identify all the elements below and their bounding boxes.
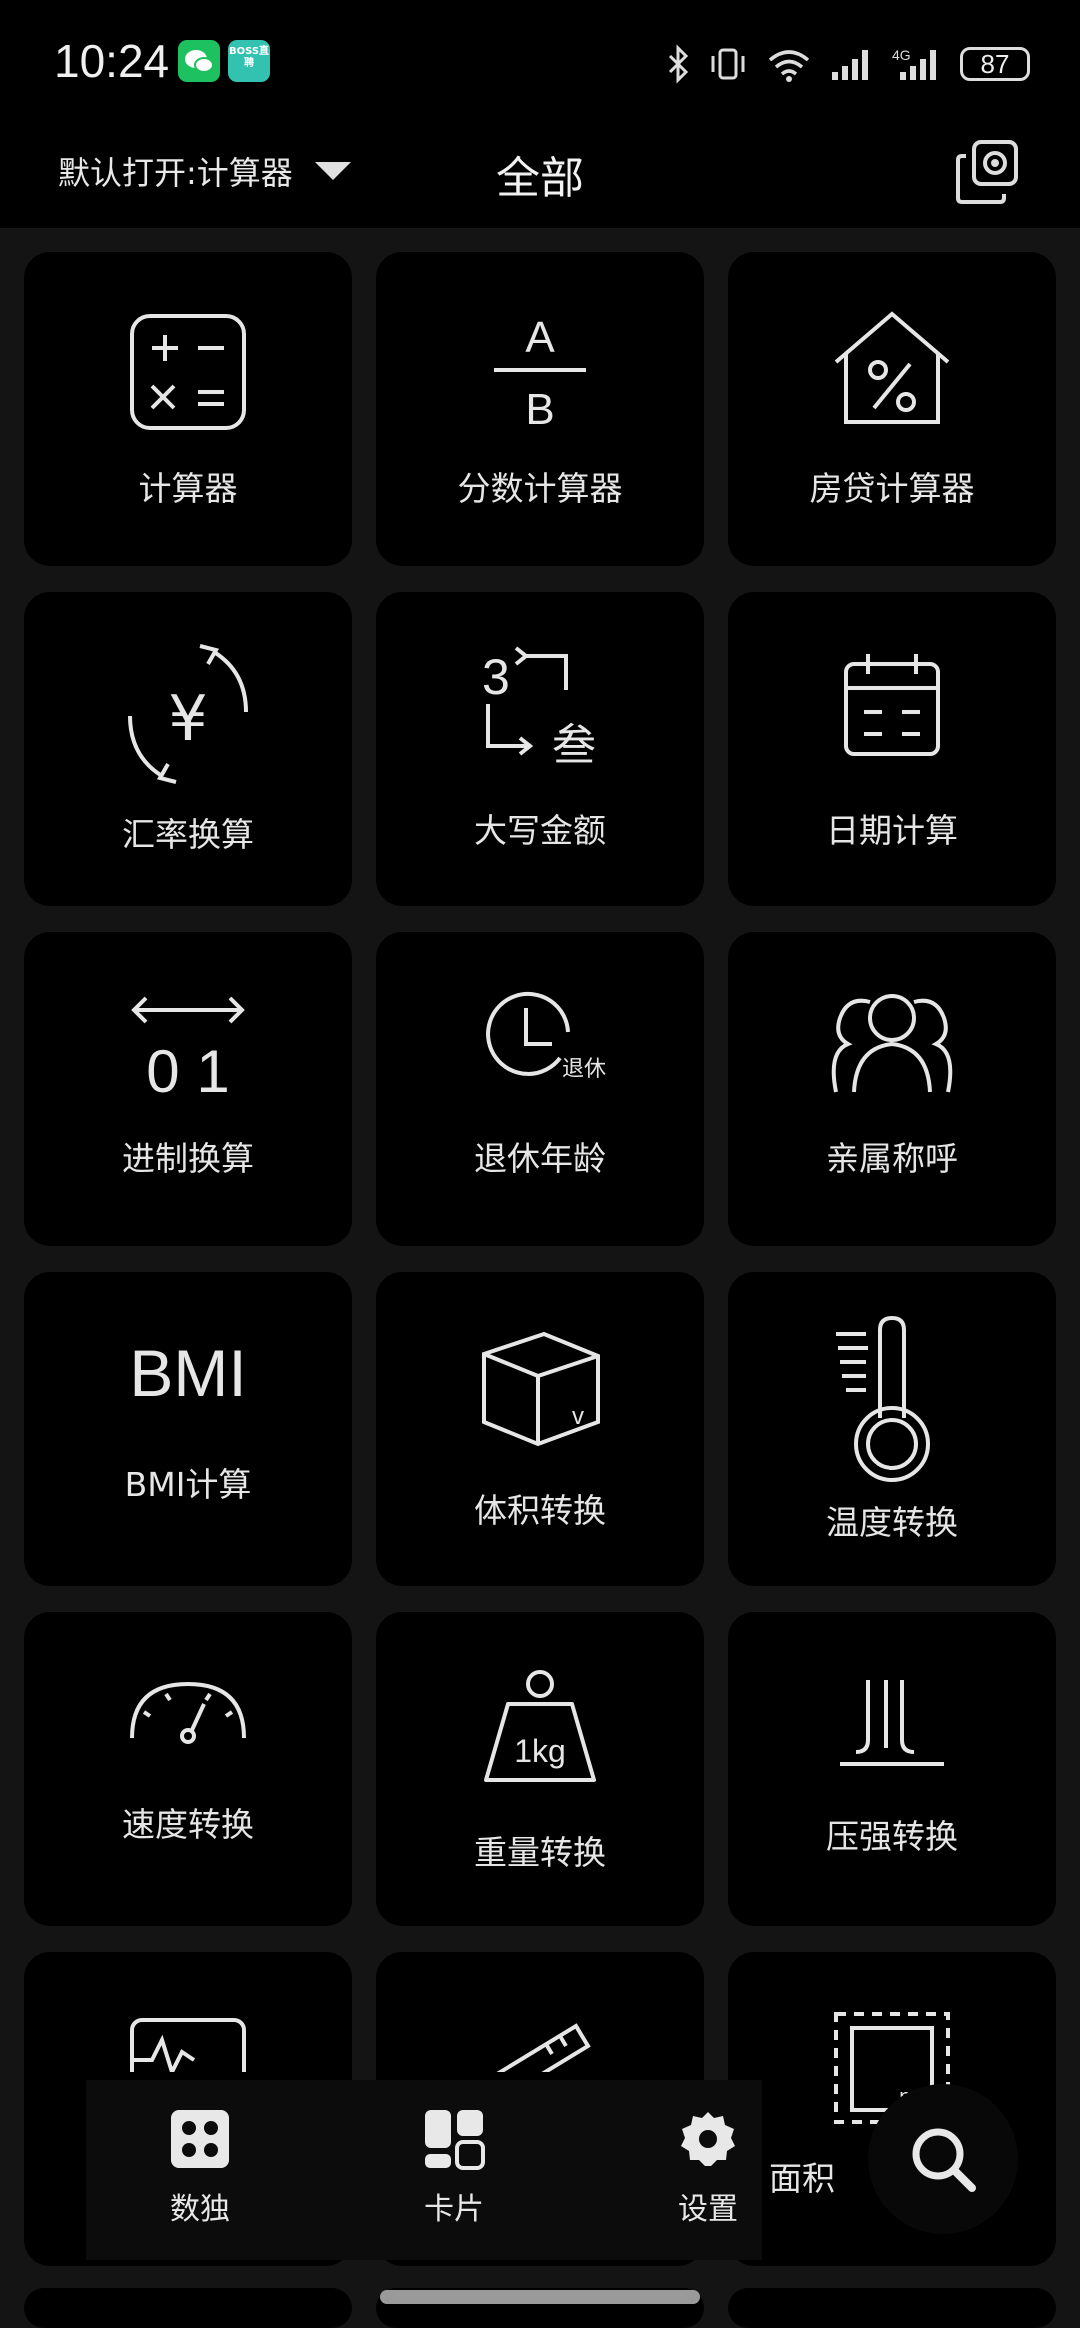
- uppercase-amount-icon: 3 叁: [482, 646, 596, 771]
- bmi-icon: BMI: [129, 1336, 246, 1410]
- tool-tile-relatives-title[interactable]: 亲属称呼: [728, 932, 1056, 1246]
- tool-label: 大写金额: [474, 811, 606, 850]
- nav-sudoku[interactable]: 数独: [130, 2108, 270, 2228]
- top-app-bar: 默认打开:计算器 全部: [0, 128, 1080, 228]
- status-time: 10:24: [54, 35, 170, 87]
- speedometer-icon: [130, 1681, 246, 1744]
- tool-tile-partial[interactable]: [24, 2288, 352, 2328]
- system-status-icons: 4G 87: [666, 42, 1030, 86]
- fraction-icon: A B: [494, 313, 586, 434]
- exchange-rate-icon: ¥: [128, 644, 248, 784]
- tool-label: 分数计算器: [457, 469, 623, 508]
- tool-label: 体积转换: [474, 1491, 606, 1530]
- weight-icon: 1kg: [484, 1670, 596, 1782]
- tool-label: 压强转换: [826, 1817, 958, 1856]
- tool-tile-volume-conversion[interactable]: v 体积转换: [376, 1272, 704, 1586]
- tool-tile-base-conversion[interactable]: 0 1 进制换算: [24, 932, 352, 1246]
- mortgage-house-icon: [834, 311, 950, 424]
- blood-pressure-icon: [130, 2018, 246, 2072]
- tool-label: 进制换算: [122, 1139, 254, 1178]
- home-indicator[interactable]: [380, 2290, 700, 2304]
- tool-label: 亲属称呼: [826, 1139, 958, 1178]
- tool-tile-bmi[interactable]: BMI BMI计算: [24, 1272, 352, 1586]
- wifi-icon: [768, 50, 810, 82]
- retire-text: 退休: [562, 1057, 606, 1082]
- tool-label: 日期计算: [826, 811, 958, 850]
- calendar-icon: [844, 654, 940, 756]
- page-title[interactable]: 全部: [0, 142, 1080, 206]
- bmi-text: BMI: [129, 1336, 246, 1410]
- volume-v-letter: v: [572, 1403, 584, 1430]
- network-type-label: 4G: [892, 47, 911, 63]
- thermometer-icon: [836, 1315, 930, 1482]
- tool-label: 汇率换算: [122, 815, 254, 854]
- tool-label: 房贷计算器: [809, 469, 975, 508]
- nav-sudoku-label: 数独: [170, 2192, 230, 2227]
- nav-cards[interactable]: 卡片: [384, 2108, 524, 2228]
- bluetooth-icon: [668, 44, 689, 84]
- nav-cards-label: 卡片: [424, 2192, 484, 2227]
- sudoku-icon: [171, 2110, 229, 2168]
- vibrate-icon: [711, 48, 745, 80]
- status-bar: 10:24 BOSS直聘 4G 87: [0, 0, 1080, 128]
- settings-gear-icon: [681, 2112, 735, 2166]
- tool-tile-exchange-rate[interactable]: ¥ 汇率换算: [24, 592, 352, 906]
- tool-label: 计算器: [138, 469, 238, 508]
- tool-tile-uppercase-amount[interactable]: 3 叁 大写金额: [376, 592, 704, 906]
- bottom-navigation: 数独 卡片 设置: [86, 2080, 762, 2260]
- calculator-icon: [130, 314, 246, 430]
- tool-tile-speed-conversion[interactable]: 速度转换: [24, 1612, 352, 1926]
- chinese-three: 叁: [552, 720, 596, 771]
- tool-label: 速度转换: [122, 1805, 254, 1844]
- tool-tile-calculator[interactable]: 计算器: [24, 252, 352, 566]
- tool-tile-partial[interactable]: [728, 2288, 1056, 2328]
- nav-settings[interactable]: 设置: [638, 2108, 778, 2228]
- boss-notification-icon: BOSS直聘: [228, 40, 270, 82]
- pressure-icon: [840, 1680, 944, 1766]
- nav-settings-label: 设置: [678, 2192, 738, 2227]
- ruler-icon: [496, 2023, 591, 2072]
- tool-tile-mortgage-calculator[interactable]: 房贷计算器: [728, 252, 1056, 566]
- search-button[interactable]: [868, 2084, 1018, 2234]
- manage-tools-settings-icon[interactable]: [952, 138, 1022, 208]
- tool-label: BMI计算: [124, 1465, 252, 1504]
- volume-cube-icon: v: [482, 1331, 600, 1447]
- tool-tile-retirement-age[interactable]: 退休 退休年龄: [376, 932, 704, 1246]
- signal-icon: [832, 50, 868, 80]
- binary-digits: 0 1: [146, 1038, 229, 1105]
- tool-tile-weight-conversion[interactable]: 1kg 重量转换: [376, 1612, 704, 1926]
- wechat-notification-icon: [178, 40, 220, 82]
- yen-symbol: ¥: [168, 682, 207, 755]
- fraction-bottom-letter: B: [525, 385, 554, 434]
- tool-label: 重量转换: [474, 1833, 606, 1872]
- tool-tile-pressure-conversion[interactable]: 压强转换: [728, 1612, 1056, 1926]
- tool-label: 温度转换: [826, 1503, 958, 1542]
- tool-tile-fraction-calculator[interactable]: A B 分数计算器: [376, 252, 704, 566]
- tool-tile-temperature-conversion[interactable]: 温度转换: [728, 1272, 1056, 1586]
- fraction-top-letter: A: [525, 313, 555, 362]
- signal-4g-icon: 4G: [892, 47, 936, 80]
- weight-kg-text: 1kg: [514, 1733, 566, 1769]
- digit-three: 3: [482, 649, 510, 705]
- cards-icon: [425, 2110, 485, 2170]
- tool-label: 退休年龄: [474, 1139, 606, 1178]
- battery-indicator: 87: [960, 47, 1030, 81]
- tool-tile-date-calculation[interactable]: 日期计算: [728, 592, 1056, 906]
- search-icon: [912, 2128, 976, 2192]
